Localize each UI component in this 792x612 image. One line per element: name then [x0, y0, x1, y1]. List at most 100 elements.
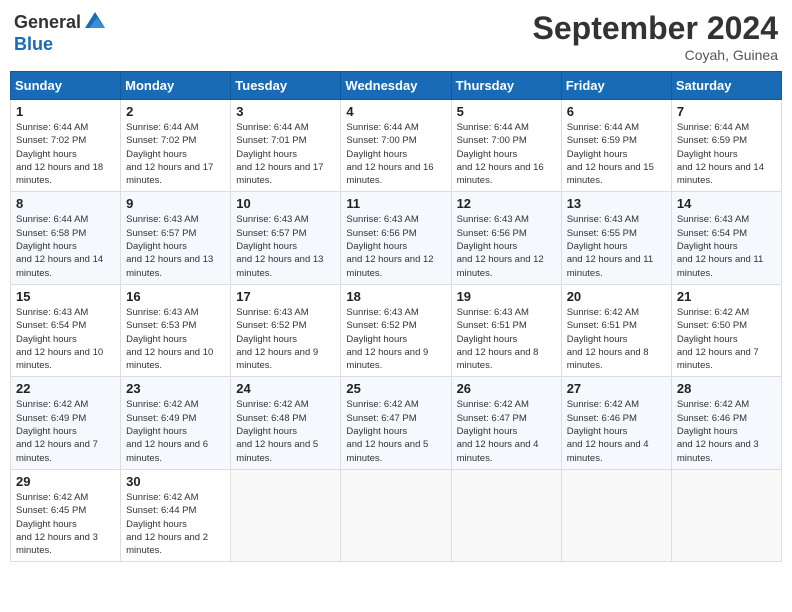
week-row-5: 29 Sunrise: 6:42 AM Sunset: 6:45 PM Dayl…	[11, 469, 782, 561]
day-number: 19	[457, 289, 556, 304]
calendar-cell: 27 Sunrise: 6:42 AM Sunset: 6:46 PM Dayl…	[561, 377, 671, 469]
day-info: Sunrise: 6:43 AM Sunset: 6:53 PM Dayligh…	[126, 306, 225, 372]
calendar-cell: 12 Sunrise: 6:43 AM Sunset: 6:56 PM Dayl…	[451, 192, 561, 284]
weekday-header-friday: Friday	[561, 72, 671, 100]
weekday-header-saturday: Saturday	[671, 72, 781, 100]
day-number: 9	[126, 196, 225, 211]
calendar-table: SundayMondayTuesdayWednesdayThursdayFrid…	[10, 71, 782, 562]
day-info: Sunrise: 6:42 AM Sunset: 6:50 PM Dayligh…	[677, 306, 776, 372]
day-number: 22	[16, 381, 115, 396]
day-info: Sunrise: 6:43 AM Sunset: 6:52 PM Dayligh…	[236, 306, 335, 372]
logo-blue-text: Blue	[14, 34, 53, 55]
weekday-header-wednesday: Wednesday	[341, 72, 451, 100]
day-number: 24	[236, 381, 335, 396]
day-info: Sunrise: 6:44 AM Sunset: 7:02 PM Dayligh…	[16, 121, 115, 187]
day-number: 11	[346, 196, 445, 211]
calendar-cell: 22 Sunrise: 6:42 AM Sunset: 6:49 PM Dayl…	[11, 377, 121, 469]
calendar-cell	[341, 469, 451, 561]
day-number: 1	[16, 104, 115, 119]
calendar-cell: 20 Sunrise: 6:42 AM Sunset: 6:51 PM Dayl…	[561, 284, 671, 376]
day-info: Sunrise: 6:44 AM Sunset: 7:00 PM Dayligh…	[346, 121, 445, 187]
calendar-cell: 7 Sunrise: 6:44 AM Sunset: 6:59 PM Dayli…	[671, 100, 781, 192]
day-number: 26	[457, 381, 556, 396]
day-info: Sunrise: 6:42 AM Sunset: 6:45 PM Dayligh…	[16, 491, 115, 557]
day-info: Sunrise: 6:42 AM Sunset: 6:46 PM Dayligh…	[677, 398, 776, 464]
day-info: Sunrise: 6:42 AM Sunset: 6:49 PM Dayligh…	[16, 398, 115, 464]
day-number: 12	[457, 196, 556, 211]
day-info: Sunrise: 6:43 AM Sunset: 6:52 PM Dayligh…	[346, 306, 445, 372]
calendar-cell: 26 Sunrise: 6:42 AM Sunset: 6:47 PM Dayl…	[451, 377, 561, 469]
calendar-cell: 25 Sunrise: 6:42 AM Sunset: 6:47 PM Dayl…	[341, 377, 451, 469]
calendar-cell: 13 Sunrise: 6:43 AM Sunset: 6:55 PM Dayl…	[561, 192, 671, 284]
calendar-cell: 1 Sunrise: 6:44 AM Sunset: 7:02 PM Dayli…	[11, 100, 121, 192]
calendar-cell: 15 Sunrise: 6:43 AM Sunset: 6:54 PM Dayl…	[11, 284, 121, 376]
calendar-cell: 10 Sunrise: 6:43 AM Sunset: 6:57 PM Dayl…	[231, 192, 341, 284]
logo-general-text: General	[14, 12, 81, 33]
calendar-cell: 11 Sunrise: 6:43 AM Sunset: 6:56 PM Dayl…	[341, 192, 451, 284]
day-info: Sunrise: 6:44 AM Sunset: 7:00 PM Dayligh…	[457, 121, 556, 187]
calendar-cell	[231, 469, 341, 561]
calendar-cell: 9 Sunrise: 6:43 AM Sunset: 6:57 PM Dayli…	[121, 192, 231, 284]
day-number: 21	[677, 289, 776, 304]
day-number: 18	[346, 289, 445, 304]
day-info: Sunrise: 6:42 AM Sunset: 6:47 PM Dayligh…	[457, 398, 556, 464]
day-info: Sunrise: 6:43 AM Sunset: 6:56 PM Dayligh…	[346, 213, 445, 279]
day-info: Sunrise: 6:42 AM Sunset: 6:51 PM Dayligh…	[567, 306, 666, 372]
week-row-2: 8 Sunrise: 6:44 AM Sunset: 6:58 PM Dayli…	[11, 192, 782, 284]
calendar-cell: 23 Sunrise: 6:42 AM Sunset: 6:49 PM Dayl…	[121, 377, 231, 469]
calendar-cell	[671, 469, 781, 561]
day-info: Sunrise: 6:43 AM Sunset: 6:57 PM Dayligh…	[236, 213, 335, 279]
day-number: 13	[567, 196, 666, 211]
location: Coyah, Guinea	[533, 47, 778, 63]
day-info: Sunrise: 6:43 AM Sunset: 6:54 PM Dayligh…	[677, 213, 776, 279]
day-info: Sunrise: 6:44 AM Sunset: 7:02 PM Dayligh…	[126, 121, 225, 187]
day-info: Sunrise: 6:44 AM Sunset: 6:59 PM Dayligh…	[567, 121, 666, 187]
week-row-1: 1 Sunrise: 6:44 AM Sunset: 7:02 PM Dayli…	[11, 100, 782, 192]
day-number: 14	[677, 196, 776, 211]
day-info: Sunrise: 6:42 AM Sunset: 6:46 PM Dayligh…	[567, 398, 666, 464]
calendar-cell: 18 Sunrise: 6:43 AM Sunset: 6:52 PM Dayl…	[341, 284, 451, 376]
day-info: Sunrise: 6:43 AM Sunset: 6:55 PM Dayligh…	[567, 213, 666, 279]
calendar-cell: 3 Sunrise: 6:44 AM Sunset: 7:01 PM Dayli…	[231, 100, 341, 192]
page-header: General Blue September 2024 Coyah, Guine…	[10, 10, 782, 63]
weekday-header-tuesday: Tuesday	[231, 72, 341, 100]
calendar-cell: 6 Sunrise: 6:44 AM Sunset: 6:59 PM Dayli…	[561, 100, 671, 192]
weekday-header-monday: Monday	[121, 72, 231, 100]
calendar-cell: 14 Sunrise: 6:43 AM Sunset: 6:54 PM Dayl…	[671, 192, 781, 284]
day-info: Sunrise: 6:42 AM Sunset: 6:47 PM Dayligh…	[346, 398, 445, 464]
week-row-4: 22 Sunrise: 6:42 AM Sunset: 6:49 PM Dayl…	[11, 377, 782, 469]
day-number: 29	[16, 474, 115, 489]
day-info: Sunrise: 6:43 AM Sunset: 6:57 PM Dayligh…	[126, 213, 225, 279]
day-number: 27	[567, 381, 666, 396]
day-number: 8	[16, 196, 115, 211]
day-number: 7	[677, 104, 776, 119]
day-number: 25	[346, 381, 445, 396]
day-number: 20	[567, 289, 666, 304]
day-number: 17	[236, 289, 335, 304]
logo: General Blue	[14, 10, 107, 55]
calendar-cell: 2 Sunrise: 6:44 AM Sunset: 7:02 PM Dayli…	[121, 100, 231, 192]
title-section: September 2024 Coyah, Guinea	[533, 10, 778, 63]
calendar-cell	[561, 469, 671, 561]
day-info: Sunrise: 6:43 AM Sunset: 6:56 PM Dayligh…	[457, 213, 556, 279]
day-number: 4	[346, 104, 445, 119]
logo-icon	[83, 10, 107, 34]
calendar-cell: 16 Sunrise: 6:43 AM Sunset: 6:53 PM Dayl…	[121, 284, 231, 376]
day-number: 6	[567, 104, 666, 119]
calendar-cell: 5 Sunrise: 6:44 AM Sunset: 7:00 PM Dayli…	[451, 100, 561, 192]
day-info: Sunrise: 6:43 AM Sunset: 6:54 PM Dayligh…	[16, 306, 115, 372]
calendar-cell: 4 Sunrise: 6:44 AM Sunset: 7:00 PM Dayli…	[341, 100, 451, 192]
calendar-cell: 17 Sunrise: 6:43 AM Sunset: 6:52 PM Dayl…	[231, 284, 341, 376]
day-number: 23	[126, 381, 225, 396]
day-number: 30	[126, 474, 225, 489]
day-info: Sunrise: 6:43 AM Sunset: 6:51 PM Dayligh…	[457, 306, 556, 372]
day-info: Sunrise: 6:42 AM Sunset: 6:44 PM Dayligh…	[126, 491, 225, 557]
month-title: September 2024	[533, 10, 778, 47]
day-number: 10	[236, 196, 335, 211]
week-row-3: 15 Sunrise: 6:43 AM Sunset: 6:54 PM Dayl…	[11, 284, 782, 376]
day-number: 16	[126, 289, 225, 304]
calendar-cell: 29 Sunrise: 6:42 AM Sunset: 6:45 PM Dayl…	[11, 469, 121, 561]
weekday-header-thursday: Thursday	[451, 72, 561, 100]
weekday-header-row: SundayMondayTuesdayWednesdayThursdayFrid…	[11, 72, 782, 100]
day-info: Sunrise: 6:42 AM Sunset: 6:48 PM Dayligh…	[236, 398, 335, 464]
